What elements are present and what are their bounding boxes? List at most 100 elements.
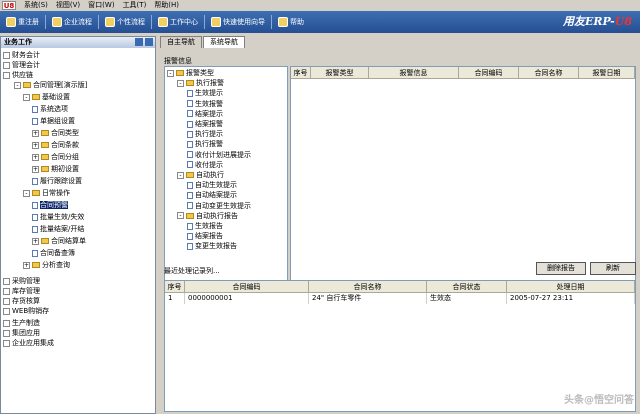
edit-icon[interactable] <box>145 38 153 46</box>
alarm-tree-item[interactable]: 执行提示 <box>187 130 223 139</box>
tab-self-nav[interactable]: 自主导航 <box>160 36 202 48</box>
alarm-tree-item[interactable]: - 自动执行报告 <box>177 212 238 221</box>
alarm-tree-item[interactable]: 生效报警 <box>187 100 223 109</box>
alarm-tree-item[interactable]: 收付提示 <box>187 161 223 170</box>
tree-item[interactable]: + 合同类型 <box>32 129 79 138</box>
alarm-tree-item[interactable]: 生效提示 <box>187 89 223 98</box>
alarm-label: 报警信息 <box>164 57 192 65</box>
tree-item[interactable]: - 基础设置 <box>23 93 70 102</box>
category-group[interactable]: 集团应用 <box>3 329 40 338</box>
expand-toggle-icon[interactable]: - <box>177 79 184 87</box>
tab-system-nav[interactable]: 系统导航 <box>203 36 245 48</box>
category-integration[interactable]: 企业应用集成 <box>3 339 54 348</box>
delete-report-button[interactable]: 删除报告 <box>536 262 586 275</box>
flow-icon <box>52 17 62 27</box>
tree-item[interactable]: + 期初设置 <box>32 165 79 174</box>
save-icon[interactable] <box>135 38 143 46</box>
help-button[interactable]: 帮助 <box>278 17 304 27</box>
tree-item[interactable]: + 合同结算单 <box>32 237 86 246</box>
menu-help[interactable]: 帮助(H) <box>154 0 179 11</box>
category-management[interactable]: 管理会计 <box>3 61 40 70</box>
enterprise-flow-button[interactable]: 企业流程 <box>52 17 92 27</box>
category-costing[interactable]: 存货核算 <box>3 297 40 306</box>
tree-item[interactable]: 批量结案/开结 <box>32 225 84 234</box>
alarm-tree-item[interactable]: 变更生效报告 <box>187 242 237 251</box>
col-alarm-date[interactable]: 报警日期 <box>579 67 635 78</box>
toolbar-separator <box>271 15 272 29</box>
menu-tools[interactable]: 工具(T) <box>123 0 147 11</box>
col-process-date[interactable]: 处理日期 <box>507 281 635 292</box>
refresh-button[interactable]: 刷新 <box>590 262 636 275</box>
tree-item[interactable]: + 合同条款 <box>32 141 79 150</box>
col-seq[interactable]: 序号 <box>291 67 311 78</box>
expand-toggle-icon[interactable]: - <box>177 212 184 220</box>
page-icon <box>187 202 193 210</box>
page-icon <box>187 191 193 199</box>
reregister-button[interactable]: 重注册 <box>6 17 39 27</box>
alarm-tree-item[interactable]: 自动生效提示 <box>187 181 237 190</box>
expand-toggle-icon[interactable]: + <box>32 165 39 173</box>
expand-toggle-icon[interactable]: - <box>23 189 30 197</box>
tree-item[interactable]: + 分析查询 <box>23 261 70 270</box>
expand-toggle-icon[interactable]: + <box>32 153 39 161</box>
expand-toggle-icon[interactable]: + <box>23 261 30 269</box>
tree-item[interactable]: 合同备查簿 <box>32 249 75 258</box>
alarm-tree-item[interactable]: 自动结案提示 <box>187 191 237 200</box>
menu-window[interactable]: 窗口(W) <box>88 0 114 11</box>
col-contract-status[interactable]: 合同状态 <box>427 281 507 292</box>
expand-toggle-icon[interactable]: - <box>177 171 184 179</box>
expand-toggle-icon[interactable]: + <box>32 141 39 149</box>
tree-item[interactable]: 履行跟踪设置 <box>32 177 82 186</box>
tree-item[interactable]: + 合同分组 <box>32 153 79 162</box>
tree-item-label: 合同预警 <box>40 201 68 209</box>
work-center-button[interactable]: 工作中心 <box>158 17 198 27</box>
alarm-tree-item[interactable]: 自动变更生效提示 <box>187 202 251 211</box>
alarm-tree-item[interactable]: 结案报告 <box>187 232 223 241</box>
table-row[interactable]: 1 0000000001 24" 自行车零件 生效态 2005-07-27 23… <box>165 293 635 304</box>
quick-wizard-button[interactable]: 快速使用向导 <box>211 17 265 27</box>
expand-toggle-icon[interactable]: - <box>14 81 21 89</box>
records-grid-header: 序号 合同编码 合同名称 合同状态 处理日期 <box>165 281 635 293</box>
expand-toggle-icon[interactable]: + <box>32 237 39 245</box>
category-inventory[interactable]: 库存管理 <box>3 287 40 296</box>
alarm-tree-item[interactable]: 执行报警 <box>187 140 223 149</box>
col-contract-code[interactable]: 合同编码 <box>185 281 309 292</box>
category-purchase[interactable]: 采购管理 <box>3 277 40 286</box>
category-production[interactable]: 生产制造 <box>3 319 40 328</box>
alarm-tree-label: 报警类型 <box>186 69 214 77</box>
tree-item[interactable]: 合同预警 <box>32 201 68 210</box>
menu-system[interactable]: 系统(S) <box>24 0 48 11</box>
alarm-tree-item[interactable]: 结案报警 <box>187 120 223 129</box>
col-contract-name[interactable]: 合同名称 <box>309 281 427 292</box>
tree-item[interactable]: 批量生效/失效 <box>32 213 84 222</box>
alarm-tree-item[interactable]: 收付计划进展提示 <box>187 151 251 160</box>
tree-item[interactable]: 单据组设置 <box>32 117 75 126</box>
alarm-tree-label: 结案提示 <box>195 109 223 118</box>
alarm-tree-item[interactable]: - 自动执行 <box>177 171 224 180</box>
expand-toggle-icon[interactable]: + <box>32 129 39 137</box>
col-alarm-type[interactable]: 报警类型 <box>311 67 369 78</box>
category-web[interactable]: WEB购销存 <box>3 307 49 316</box>
page-icon <box>32 249 38 257</box>
expand-toggle-icon[interactable]: - <box>167 69 174 77</box>
folder-icon <box>186 80 194 87</box>
col-alarm-info[interactable]: 报警信息 <box>369 67 459 78</box>
alarm-tree-item[interactable]: 生效报告 <box>187 222 223 231</box>
category-finance[interactable]: 财务会计 <box>3 51 40 60</box>
tree-item[interactable]: 系统选项 <box>32 105 68 114</box>
col-contract-name[interactable]: 合同名称 <box>519 67 579 78</box>
row-contract-status: 生效态 <box>427 293 507 304</box>
alarm-tree-item[interactable]: - 执行报警 <box>177 79 224 88</box>
tree-item[interactable]: - 合同管理[演示版] <box>14 81 87 90</box>
col-contract-code[interactable]: 合同编码 <box>459 67 519 78</box>
tree-item[interactable]: - 日常操作 <box>23 189 70 198</box>
menu-view[interactable]: 视图(V) <box>56 0 80 11</box>
personal-flow-button[interactable]: 个性流程 <box>105 17 145 27</box>
folder-icon <box>186 212 194 219</box>
category-icon <box>3 52 10 59</box>
alarm-tree-item[interactable]: - 报警类型 <box>167 69 214 78</box>
alarm-tree-item[interactable]: 结案提示 <box>187 110 223 119</box>
category-supply-chain[interactable]: 供应链 <box>3 71 33 80</box>
col-seq[interactable]: 序号 <box>165 281 185 292</box>
expand-toggle-icon[interactable]: - <box>23 93 30 101</box>
